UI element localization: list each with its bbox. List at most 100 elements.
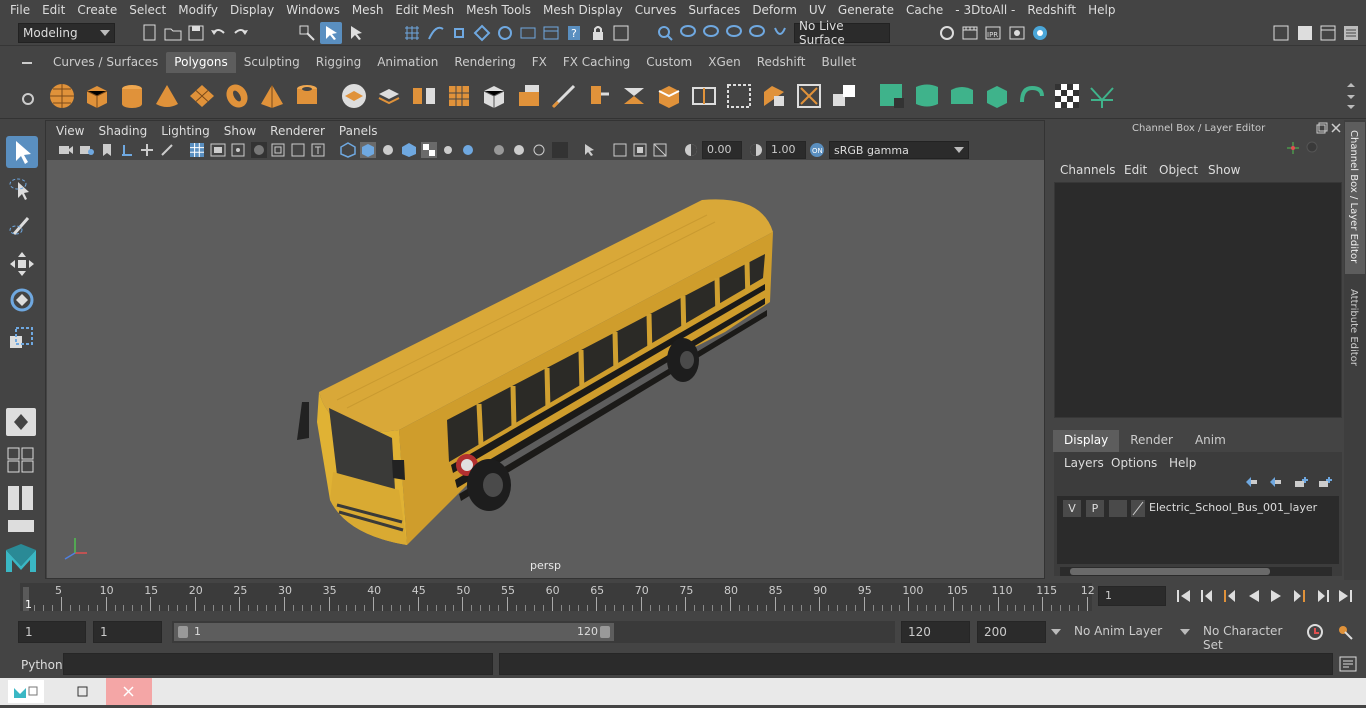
lighting-icon[interactable]	[441, 143, 455, 157]
move-tool[interactable]	[6, 248, 38, 280]
shelf-settings-icon[interactable]	[20, 91, 36, 107]
field-chart-icon[interactable]	[271, 143, 285, 157]
animation-end-field[interactable]: 200	[977, 621, 1046, 643]
poly-plane-icon[interactable]	[188, 82, 216, 110]
side-tab-channel-box[interactable]: Channel Box / Layer Editor	[1345, 122, 1365, 274]
tab-fx-caching[interactable]: FX Caching	[555, 52, 638, 73]
menu-cache[interactable]: Cache	[900, 3, 949, 17]
tab-fx[interactable]: FX	[524, 52, 555, 73]
step-forward-key-icon[interactable]	[1291, 589, 1307, 603]
tab-sculpting[interactable]: Sculpting	[236, 52, 308, 73]
isolate-select-icon[interactable]	[582, 143, 596, 157]
append-polygon-icon[interactable]	[760, 82, 788, 110]
paint-select-tool[interactable]	[6, 210, 38, 242]
new-layer-selected-icon[interactable]	[1318, 476, 1332, 488]
vp-menu-view[interactable]: View	[49, 124, 91, 138]
xray-components-icon[interactable]	[653, 143, 667, 157]
range-slider-start-knob[interactable]	[178, 626, 188, 638]
uv-planar-icon[interactable]	[878, 82, 906, 110]
playback-end-field[interactable]: 120	[901, 621, 970, 643]
time-slider-track[interactable]: 5 10 15 20 25 30 35 40 45 50 55 60 65 70 75 80 85 90 95 100…	[20, 583, 1095, 611]
tab-custom[interactable]: Custom	[638, 52, 700, 73]
poly-pipe-icon[interactable]	[293, 82, 321, 110]
layer-menu-options[interactable]: Options	[1111, 456, 1157, 470]
motion-blur-icon[interactable]	[512, 143, 526, 157]
soft-select-icon[interactable]	[748, 24, 766, 42]
move-layer-down-icon[interactable]	[1268, 476, 1282, 488]
menu-3dtoall[interactable]: - 3DtoAll -	[949, 3, 1021, 17]
exposure-field[interactable]: 0.00	[702, 141, 742, 159]
poly-sphere-icon[interactable]	[48, 82, 76, 110]
save-scene-icon[interactable]	[187, 24, 205, 42]
select-object-mode[interactable]	[320, 22, 342, 44]
poly-torus-icon[interactable]	[223, 82, 251, 110]
snap-live-icon[interactable]	[496, 24, 514, 42]
taskbar-close-button[interactable]	[106, 678, 152, 705]
uv-spherical-icon[interactable]	[948, 82, 976, 110]
menu-modify[interactable]: Modify	[172, 3, 224, 17]
combine-icon[interactable]	[340, 82, 368, 110]
vp-menu-show[interactable]: Show	[217, 124, 263, 138]
paint-select-icon[interactable]	[702, 24, 720, 42]
poly-pyramid-icon[interactable]	[258, 82, 286, 110]
color-management-icon[interactable]: ON	[809, 142, 825, 158]
xray-icon[interactable]	[613, 143, 627, 157]
tab-bullet[interactable]: Bullet	[813, 52, 864, 73]
gamma-icon[interactable]	[749, 143, 763, 157]
snap-point-icon[interactable]	[450, 24, 468, 42]
merge-icon[interactable]	[795, 82, 823, 110]
offset-edge-loop-icon[interactable]	[725, 82, 753, 110]
2d-pan-icon[interactable]	[140, 143, 154, 157]
safe-action-icon[interactable]	[291, 143, 305, 157]
layout-two-pane[interactable]	[6, 484, 36, 512]
uv-unfold-icon[interactable]	[1018, 82, 1046, 110]
target-weld-icon[interactable]	[830, 82, 858, 110]
extract-icon[interactable]	[515, 82, 543, 110]
layer-color-swatch[interactable]	[1131, 500, 1145, 517]
menu-curves[interactable]: Curves	[629, 3, 683, 17]
open-scene-icon[interactable]	[164, 24, 182, 42]
menu-redshift[interactable]: Redshift	[1021, 3, 1082, 17]
menu-mesh[interactable]: Mesh	[346, 3, 390, 17]
workspace-icon[interactable]	[1272, 24, 1290, 42]
tweak-select-icon[interactable]	[725, 24, 743, 42]
chevron-down-icon[interactable]	[1179, 627, 1191, 637]
image-plane-icon[interactable]	[120, 143, 134, 157]
render-frame-icon[interactable]	[961, 24, 979, 42]
step-back-icon[interactable]	[1200, 589, 1216, 603]
wireframe-on-shaded-icon[interactable]	[401, 142, 417, 158]
cb-menu-show[interactable]: Show	[1208, 163, 1240, 177]
menu-select[interactable]: Select	[123, 3, 172, 17]
play-forwards-icon[interactable]	[1268, 589, 1284, 603]
menu-edit[interactable]: Edit	[36, 3, 71, 17]
poly-cube-icon[interactable]	[83, 82, 111, 110]
snap-view-plane-icon[interactable]	[473, 24, 491, 42]
extrude-icon[interactable]	[585, 82, 613, 110]
mirror-icon[interactable]	[410, 82, 438, 110]
smooth-icon[interactable]	[445, 82, 473, 110]
channel-box-toggle-icon[interactable]	[1342, 24, 1360, 42]
range-slider-handle[interactable]: 1 120	[174, 623, 614, 641]
cb-menu-object[interactable]: Object	[1159, 163, 1198, 177]
menu-mesh-tools[interactable]: Mesh Tools	[460, 3, 537, 17]
render-settings-icon[interactable]	[938, 24, 956, 42]
lasso-tool[interactable]	[6, 174, 38, 206]
tab-rigging[interactable]: Rigging	[308, 52, 369, 73]
ambient-occlusion-icon[interactable]	[492, 143, 506, 157]
taskbar-restore-button[interactable]	[64, 680, 100, 703]
scrollbar-thumb[interactable]	[1070, 568, 1270, 575]
cb-menu-channels[interactable]: Channels	[1060, 163, 1116, 177]
mode-dropdown[interactable]: Modeling	[18, 23, 115, 43]
script-editor-icon[interactable]	[1339, 656, 1357, 672]
move-layer-up-icon[interactable]	[1244, 476, 1258, 488]
menu-generate[interactable]: Generate	[832, 3, 900, 17]
layer-reference-toggle[interactable]	[1109, 500, 1127, 517]
textured-icon[interactable]	[421, 142, 437, 158]
uv-cylindrical-icon[interactable]	[913, 82, 941, 110]
tab-render-layers[interactable]: Render	[1119, 430, 1184, 452]
gate-mask-icon[interactable]	[251, 142, 267, 158]
go-to-start-icon[interactable]	[1176, 589, 1192, 603]
vp-menu-lighting[interactable]: Lighting	[154, 124, 217, 138]
gamma-field[interactable]: 1.00	[766, 141, 806, 159]
anti-aliasing-icon[interactable]	[532, 143, 546, 157]
